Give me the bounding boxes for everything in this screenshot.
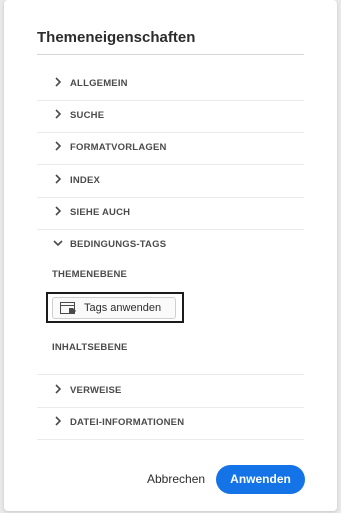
topic-level-label: THEMENEBENE — [52, 269, 128, 280]
chevron-right-icon — [55, 109, 62, 119]
section-label: VERWEISE — [70, 385, 122, 396]
title-divider — [37, 54, 304, 55]
section-label: BEDINGUNGS-TAGS — [70, 239, 167, 250]
section-allgemein[interactable]: ALLGEMEIN — [37, 68, 304, 101]
section-index[interactable]: INDEX — [37, 165, 304, 198]
section-suche[interactable]: SUCHE — [37, 100, 304, 133]
chevron-right-icon — [55, 141, 62, 151]
section-label: DATEI-INFORMATIONEN — [70, 417, 185, 428]
section-verweise[interactable]: VERWEISE — [37, 375, 304, 408]
chevron-right-icon — [55, 416, 62, 426]
chevron-down-icon — [53, 240, 63, 247]
dialog-title: Themeneigenschaften — [37, 29, 196, 46]
apply-tags-icon — [60, 302, 76, 314]
section-datei-informationen[interactable]: DATEI-INFORMATIONEN — [37, 407, 304, 440]
cancel-button[interactable]: Abbrechen — [147, 472, 205, 486]
section-bedingungs-tags[interactable]: BEDINGUNGS-TAGS — [37, 229, 304, 261]
chevron-right-icon — [55, 77, 62, 87]
apply-tags-button[interactable]: Tags anwenden — [52, 297, 176, 319]
topic-properties-dialog: Themeneigenschaften ALLGEMEIN SUCHE FORM… — [4, 0, 337, 511]
chevron-right-icon — [55, 384, 62, 394]
section-label: INDEX — [70, 175, 101, 186]
section-siehe-auch[interactable]: SIEHE AUCH — [37, 197, 304, 230]
section-formatvorlagen[interactable]: FORMATVORLAGEN — [37, 132, 304, 165]
section-label: SIEHE AUCH — [70, 207, 131, 218]
section-label: SUCHE — [70, 110, 105, 121]
apply-button[interactable]: Anwenden — [216, 465, 305, 494]
apply-tags-label: Tags anwenden — [84, 302, 162, 314]
content-level-label: INHALTSEBENE — [52, 342, 128, 353]
section-label: ALLGEMEIN — [70, 78, 128, 89]
section-label: FORMATVORLAGEN — [70, 142, 167, 153]
chevron-right-icon — [55, 174, 62, 184]
chevron-right-icon — [55, 206, 62, 216]
